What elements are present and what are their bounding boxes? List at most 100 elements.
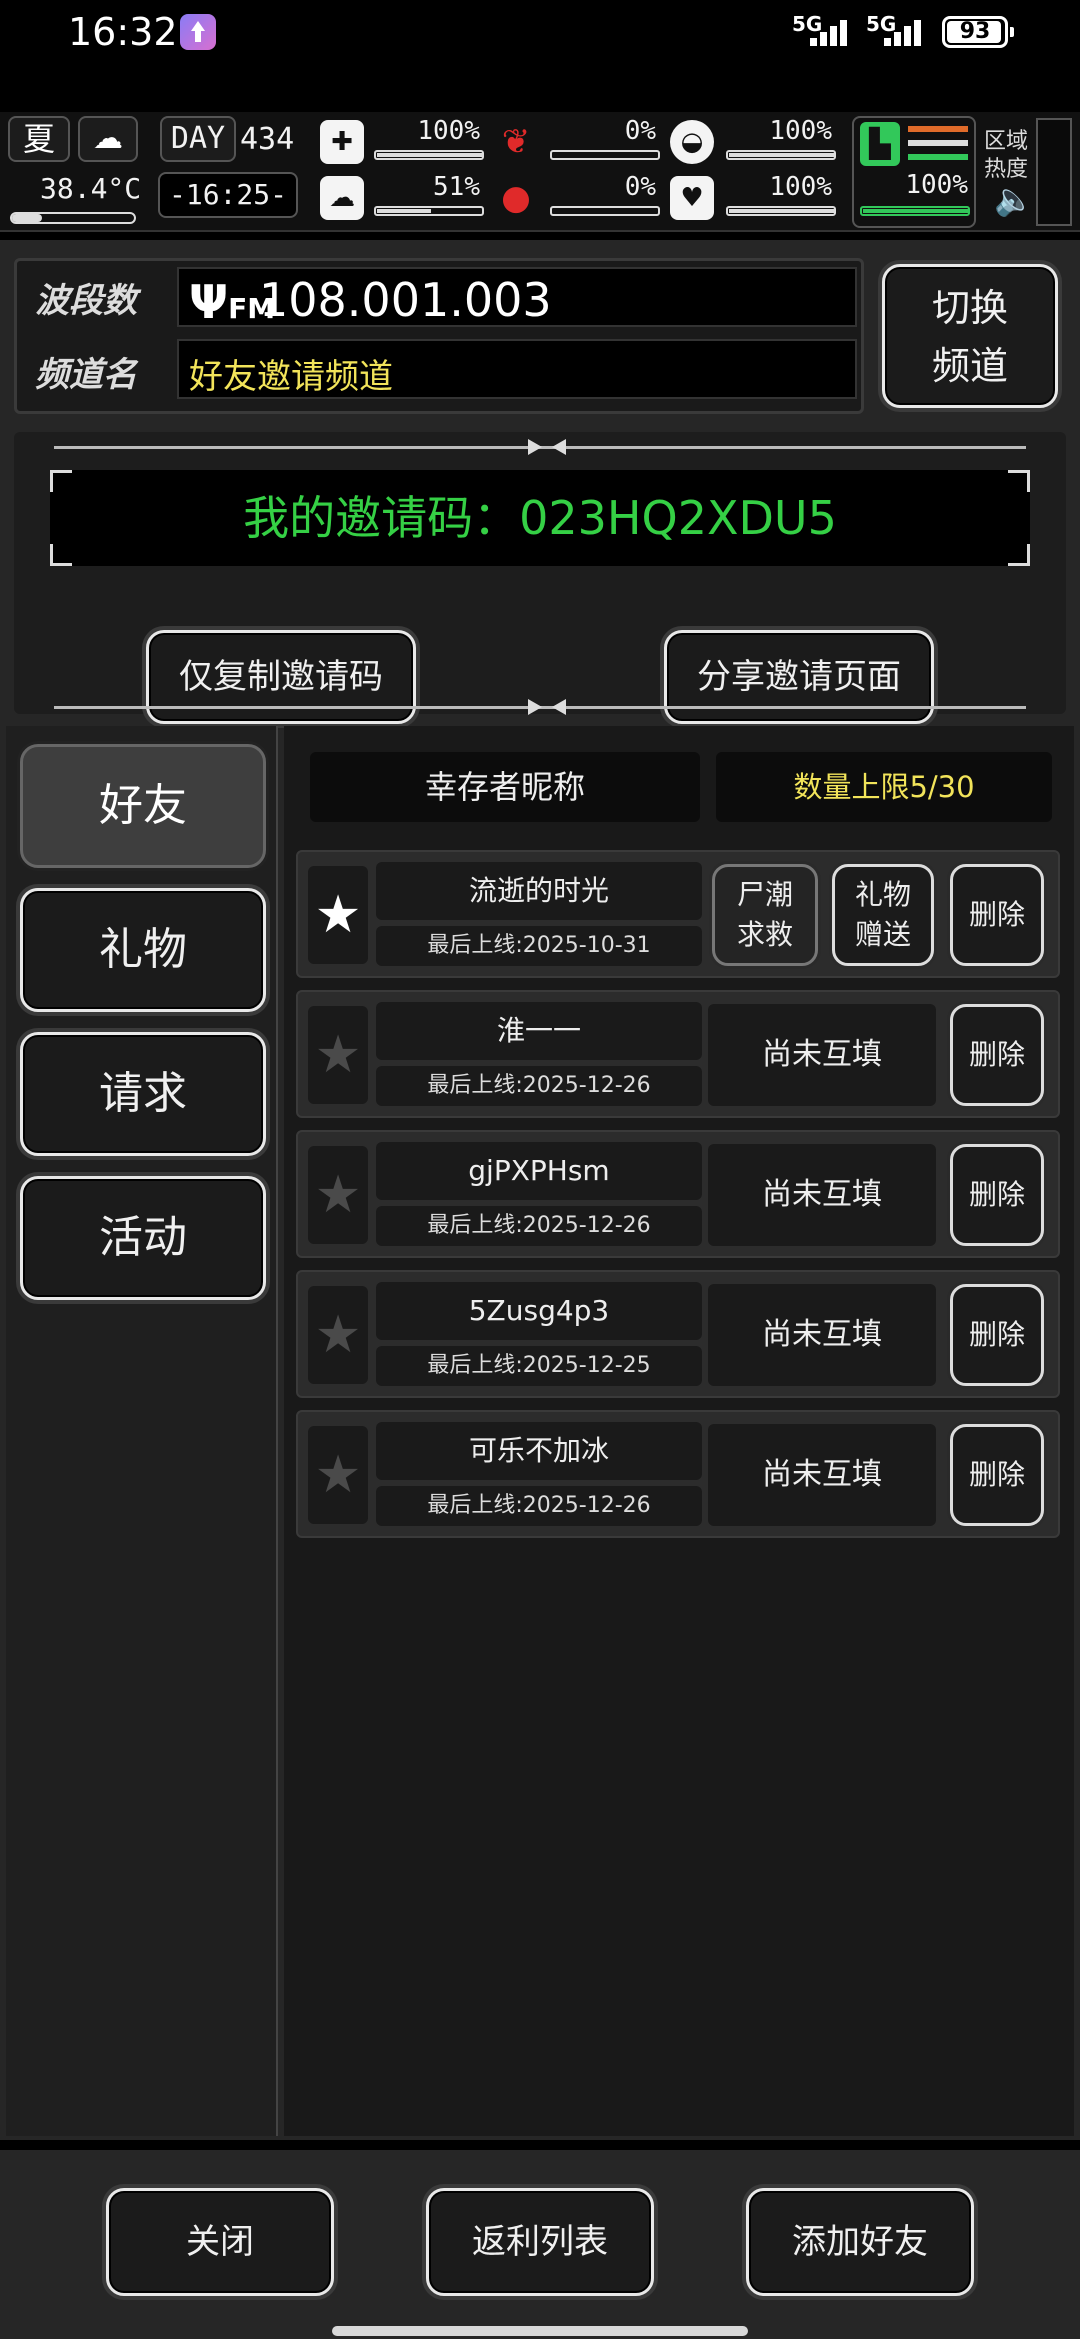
stamina-bar [860,206,970,216]
share-invite-page-button[interactable]: 分享邀请页面 [664,630,934,724]
not-mutual-status: 尚未互填 [708,1424,936,1526]
zone-heat-label: 区域热度 [984,129,1029,182]
invite-code-text: 我的邀请码：023HQ2XDU5 [243,491,837,545]
friend-name: 淮一一 [376,1002,702,1060]
thirst-bar [550,206,660,216]
delete-friend-button[interactable]: 删除 [950,864,1044,966]
status-bar: 16:32 5G 5G 93 [0,0,1080,110]
band-label: 波段数 [35,281,137,321]
tab-requests[interactable]: 请求 [20,1032,266,1156]
sanity-value: 51% [433,172,480,202]
divider-arrows-bottom [54,699,1026,715]
stomach-icon: ❦ [501,122,531,162]
friend-name: gjPXPHsm [376,1142,702,1200]
last-online: 最后上线:2025-12-26 [376,1486,702,1526]
channel-name-display: 好友邀请频道 [177,339,857,399]
star-icon: ★ [314,885,362,945]
pill-icon: ◒ [670,120,714,164]
mood-value: 100% [769,172,832,202]
medicine-value: 100% [769,116,832,146]
star-icon: ★ [314,1165,362,1225]
game-clock: -16:25- [158,172,298,218]
delete-friend-button[interactable]: 删除 [950,1004,1044,1106]
channel-name: 好友邀请频道 [189,357,393,397]
cloud-icon: ☁ [78,116,138,162]
friend-row: ★ 淮一一 最后上线:2025-12-26 尚未互填 删除 [296,990,1060,1118]
tab-friends[interactable]: 好友 [20,744,266,868]
sanity-bar [374,206,484,216]
boot-icon: ▙ [860,122,900,166]
friend-list-panel: 幸存者昵称 数量上限5/30 ★ 流逝的时光 最后上线:2025-10-31 尸… [284,726,1074,2136]
favorite-toggle[interactable]: ★ [308,1006,368,1104]
friend-row: ★ 可乐不加冰 最后上线:2025-12-26 尚未互填 删除 [296,1410,1060,1538]
medicine-bar [726,150,836,160]
health-bar [374,150,484,160]
day-count: 434 [240,122,295,157]
zone-heat-meter [1036,118,1072,226]
friend-row: ★ 5Zusg4p3 最后上线:2025-12-25 尚未互填 删除 [296,1270,1060,1398]
star-icon: ★ [314,1305,362,1365]
last-online: 最后上线:2025-10-31 [376,926,702,966]
frequency-value: 108.001.003 [259,273,552,327]
upload-notification-icon [180,14,216,50]
favorite-toggle[interactable]: ★ [308,866,368,964]
switch-channel-button[interactable]: 切换 频道 [882,264,1058,408]
home-indicator[interactable] [332,2326,748,2336]
friend-row: ★ 流逝的时光 最后上线:2025-10-31 尸潮 求救 礼物 赠送 删除 [296,850,1060,978]
survival-hud: 夏 ☁ 38.4°C DAY 434 -16:25- ✚ 100% ❦ 0% ◒… [0,112,1080,232]
invite-code-box: 我的邀请码：023HQ2XDU5 [50,470,1030,566]
stamina-panel: ▙ 100% [852,116,976,228]
channel-label: 频道名 [35,355,137,395]
tab-gifts[interactable]: 礼物 [20,888,266,1012]
hunger-bar [550,150,660,160]
mood-bar [726,206,836,216]
frequency-display: ΨFM 108.001.003 [177,267,857,329]
friend-radio-screen: 波段数 ΨFM 108.001.003 频道名 好友邀请频道 切换 频道 我的邀… [0,240,1080,2140]
star-icon: ★ [314,1025,362,1085]
thermometer-icon [10,212,136,224]
thirst-value: 0% [624,172,656,202]
tab-events[interactable]: 活动 [20,1176,266,1300]
add-friend-button[interactable]: 添加好友 [746,2188,974,2296]
nickname-column-header: 幸存者昵称 [310,752,700,822]
hunger-value: 0% [624,116,656,146]
favorite-toggle[interactable]: ★ [308,1286,368,1384]
not-mutual-status: 尚未互填 [708,1284,936,1386]
health-value: 100% [417,116,480,146]
invite-code-panel: 我的邀请码：023HQ2XDU5 仅复制邀请码 分享邀请页面 [14,432,1066,724]
friend-row: ★ gjPXPHsm 最后上线:2025-12-26 尚未互填 删除 [296,1130,1060,1258]
temperature: 38.4°C [40,172,142,205]
close-button[interactable]: 关闭 [106,2188,334,2296]
favorite-toggle[interactable]: ★ [308,1146,368,1244]
season-badge: 夏 [8,116,70,162]
battery-icon: 93 [942,16,1014,48]
rebate-list-button[interactable]: 返利列表 [426,2188,654,2296]
friend-name: 可乐不加冰 [376,1422,702,1480]
send-gift-button[interactable]: 礼物 赠送 [832,864,934,966]
last-online: 最后上线:2025-12-26 [376,1206,702,1246]
clock: 16:32 [68,10,178,54]
frequency-panel: 波段数 ΨFM 108.001.003 频道名 好友邀请频道 [14,258,864,414]
delete-friend-button[interactable]: 删除 [950,1424,1044,1526]
bottom-action-bar: 关闭 返利列表 添加好友 [0,2150,1080,2339]
delete-friend-button[interactable]: 删除 [950,1144,1044,1246]
delete-friend-button[interactable]: 删除 [950,1284,1044,1386]
day-label: DAY [160,116,236,162]
speaker-icon[interactable]: 🔈 [994,180,1034,218]
favorite-toggle[interactable]: ★ [308,1426,368,1524]
friend-name: 流逝的时光 [376,862,702,920]
signal-bars-icon [810,16,858,46]
not-mutual-status: 尚未互填 [708,1144,936,1246]
last-online: 最后上线:2025-12-26 [376,1066,702,1106]
signal-bars-icon-2 [884,16,932,46]
divider-arrows [54,439,1026,455]
friend-name: 5Zusg4p3 [376,1282,702,1340]
star-icon: ★ [314,1445,362,1505]
medkit-icon: ✚ [320,120,364,164]
brain-icon: ☁ [320,176,364,220]
stamina-value: 100% [905,170,968,200]
copy-invite-code-button[interactable]: 仅复制邀请码 [146,630,416,724]
horde-rescue-button[interactable]: 尸潮 求救 [712,864,818,966]
friend-limit-counter: 数量上限5/30 [716,752,1052,822]
not-mutual-status: 尚未互填 [708,1004,936,1106]
